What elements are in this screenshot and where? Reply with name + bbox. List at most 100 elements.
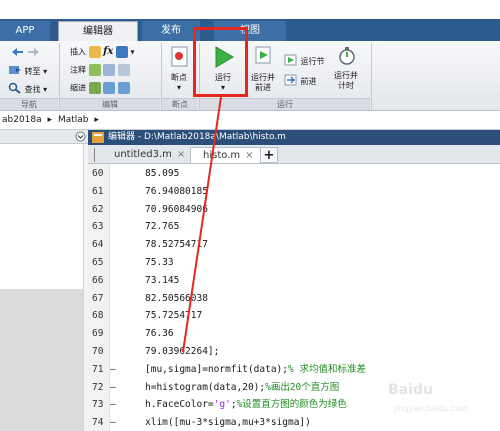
new-tab-button[interactable]: + xyxy=(260,147,278,163)
fx-button[interactable]: fx xyxy=(103,47,113,57)
code-line[interactable]: 68 75.7254717 xyxy=(88,307,500,325)
find-label: 查找 xyxy=(24,85,41,94)
run-advance-icon[interactable] xyxy=(254,45,274,70)
file-tab-label: histo.m xyxy=(203,150,241,161)
code-line[interactable]: 70 79.03962264]; xyxy=(88,343,500,361)
code-text: 76.36 xyxy=(145,325,174,343)
code-text: 70.96084906 xyxy=(145,201,208,219)
figure-icon[interactable] xyxy=(115,46,128,58)
insert-button[interactable]: 插入 fx ▾ xyxy=(70,46,134,58)
line-number: 62 xyxy=(92,203,104,215)
breakpoint-label: 断点 xyxy=(171,73,187,82)
code-segment: 76.36 xyxy=(145,328,174,340)
indent-button[interactable]: 缩进 xyxy=(70,82,130,94)
uncomment-icon[interactable] xyxy=(103,64,116,76)
code-line[interactable]: 63 72.765 xyxy=(88,218,500,236)
run-section-button[interactable]: 运行节 xyxy=(284,54,325,69)
arrow-left-icon xyxy=(10,46,24,61)
code-segment: xlim([mu-3*sigma,mu+3*sigma]) xyxy=(145,417,311,429)
code-line[interactable]: 65 75.33 xyxy=(88,254,500,272)
advance-icon xyxy=(284,74,298,89)
file-tab-untitled3[interactable]: untitled3.m × xyxy=(102,147,190,163)
line-number: 63 xyxy=(92,221,104,233)
indent-label: 缩进 xyxy=(70,83,86,93)
code-comment: % 求均值和标准差 xyxy=(288,363,366,375)
goto-label: 转至 xyxy=(24,67,41,76)
comment-button[interactable]: 注释 xyxy=(70,64,130,76)
run-advance-button[interactable]: 运行并 前进 xyxy=(246,73,280,93)
run-time-button[interactable]: 运行并 计时 xyxy=(328,71,364,91)
code-line[interactable]: 69 76.36 xyxy=(88,325,500,343)
code-text: [mu,sigma]=normfit(data);% 求均值和标准差 xyxy=(145,361,366,379)
code-comment: %设置直方图的颜色为绿色 xyxy=(236,399,347,411)
code-segment: 73.145 xyxy=(145,274,180,286)
smart-indent-icon[interactable] xyxy=(88,82,101,94)
comment-label: 注释 xyxy=(70,65,86,75)
wrap-comment-icon[interactable] xyxy=(117,64,130,76)
code-segment: 85.095 xyxy=(145,168,180,179)
editor-title-bar: 编辑器 - D:\Matlab2018a\Matlab\histo.m xyxy=(88,130,500,145)
top-strip xyxy=(0,0,500,19)
increase-indent-icon[interactable] xyxy=(103,82,116,94)
editor-file-tabs: untitled3.m × histo.m × + xyxy=(88,145,500,164)
decrease-indent-icon[interactable] xyxy=(117,82,130,94)
panel-menu-icon[interactable] xyxy=(75,131,86,145)
breakpoint-icon[interactable] xyxy=(170,45,190,72)
executable-marker: — xyxy=(110,417,116,429)
nav-back-forward[interactable] xyxy=(10,46,41,61)
code-text: 78.52754717 xyxy=(145,236,208,254)
code-text: 75.7254717 xyxy=(145,307,202,325)
percent-icon[interactable] xyxy=(88,64,101,76)
stopwatch-icon[interactable] xyxy=(337,45,357,70)
nav-group-label: 导航 xyxy=(0,98,58,110)
code-line[interactable]: 67 82.50566038 xyxy=(88,290,500,308)
run-group-label: 运行 xyxy=(200,98,370,110)
insert-label: 插入 xyxy=(70,47,86,57)
file-list[interactable] xyxy=(0,144,83,289)
file-tab-histo[interactable]: histo.m × xyxy=(190,147,265,163)
run-section-label: 运行节 xyxy=(300,57,325,66)
line-number: 65 xyxy=(92,257,104,268)
code-line[interactable]: 71— [mu,sigma]=normfit(data);% 求均值和标准差 xyxy=(88,361,500,379)
find-button[interactable]: 查找 ▾ xyxy=(8,82,47,97)
magnifier-icon xyxy=(8,82,22,97)
line-number: 70 xyxy=(92,346,104,357)
tab-app[interactable]: APP xyxy=(0,21,50,41)
advance-button[interactable]: 前进 xyxy=(284,74,317,89)
code-text: xlim([mu-3*sigma,mu+3*sigma]) xyxy=(145,414,311,431)
line-number: 69 xyxy=(92,328,104,340)
edit-group-label: 编辑 xyxy=(60,98,160,110)
advance-label: 前进 xyxy=(300,77,317,86)
code-segment: 72.765 xyxy=(145,221,180,233)
goto-button[interactable]: 转至 ▾ xyxy=(8,64,47,79)
tab-publish[interactable]: 发布 xyxy=(142,21,200,41)
code-comment: %画出20个直方图 xyxy=(265,381,340,393)
code-line[interactable]: 62 70.96084906 xyxy=(88,201,500,219)
code-segment: 76.94080185 xyxy=(145,185,208,197)
run-time-label-line2: 计时 xyxy=(338,81,354,90)
breadcrumb-part-2[interactable]: Matlab xyxy=(58,115,89,125)
code-segment: 82.50566038 xyxy=(145,292,208,304)
code-text: 75.33 xyxy=(145,254,174,272)
run-section-icon xyxy=(284,54,298,69)
panel-header xyxy=(0,130,88,144)
code-line[interactable]: 64 78.52754717 xyxy=(88,236,500,254)
line-number: 61 xyxy=(92,185,104,197)
code-line[interactable]: 61 76.94080185 xyxy=(88,183,500,201)
run-time-label-line1: 运行并 xyxy=(334,71,358,80)
code-text: 73.145 xyxy=(145,272,179,290)
watermark-subtext: jingyan.baidu.com xyxy=(394,404,468,413)
executable-marker: — xyxy=(110,381,116,393)
code-text: 72.765 xyxy=(145,218,179,236)
close-tab-icon[interactable]: × xyxy=(245,150,253,161)
file-tab-label: untitled3.m xyxy=(114,149,172,160)
insert-icon xyxy=(88,46,101,58)
code-segment: [mu,sigma]=normfit(data); xyxy=(145,363,288,375)
code-segment: h=histogram(data,20); xyxy=(145,381,266,393)
breadcrumb-part-1[interactable]: ab2018a xyxy=(2,115,42,125)
code-line[interactable]: 66 73.145 xyxy=(88,272,500,290)
code-line[interactable]: 60 85.095 xyxy=(88,165,500,183)
breakpoint-button[interactable]: 断点 ▾ xyxy=(166,73,192,93)
tab-editor[interactable]: 编辑器 xyxy=(58,21,138,41)
close-tab-icon[interactable]: × xyxy=(177,149,185,160)
